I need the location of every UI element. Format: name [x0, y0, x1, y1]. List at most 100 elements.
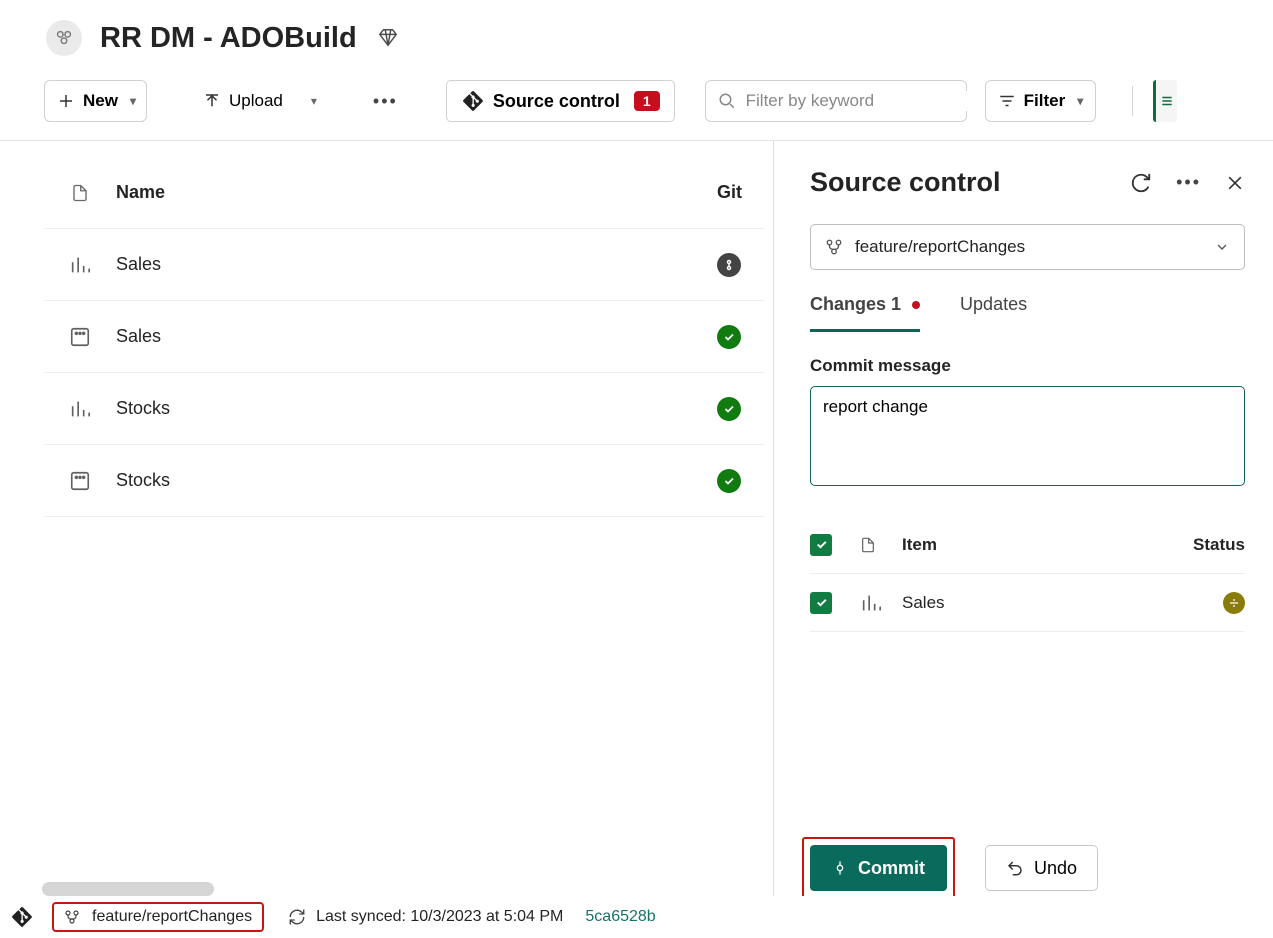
- undo-button[interactable]: Undo: [985, 845, 1098, 891]
- commit-button-label: Commit: [858, 858, 925, 879]
- ellipsis-icon: •••: [373, 91, 398, 112]
- upload-button-label: Upload: [229, 91, 283, 111]
- page-header: RR DM - ADOBuild: [0, 0, 1273, 66]
- git-status: [717, 469, 765, 493]
- source-control-panel: Source control ••• feature/reportChanges: [773, 141, 1273, 909]
- item-name: Stocks: [116, 470, 717, 491]
- table-row[interactable]: Stocks: [44, 373, 765, 445]
- source-control-badge: 1: [634, 91, 660, 111]
- tab-updates[interactable]: Updates: [960, 294, 1027, 332]
- item-name: Sales: [116, 326, 717, 347]
- filter-input-wrapper[interactable]: [705, 80, 967, 122]
- statusbar-branch-name: feature/reportChanges: [92, 908, 252, 926]
- more-button[interactable]: •••: [361, 80, 410, 122]
- model-icon: [44, 470, 116, 492]
- changes-item-status: [1187, 592, 1245, 614]
- modified-icon: [1223, 592, 1245, 614]
- tab-changes-label: Changes 1: [810, 294, 901, 314]
- upload-icon: [203, 92, 221, 110]
- workspace-icon: [46, 20, 82, 56]
- changes-column-status: Status: [1187, 535, 1245, 555]
- commit-message-input[interactable]: [823, 397, 1232, 475]
- git-synced-icon: [717, 397, 741, 421]
- git-icon: [461, 89, 485, 113]
- row-checkbox[interactable]: [810, 592, 860, 614]
- statusbar-sync-text: Last synced: 10/3/2023 at 5:04 PM: [316, 908, 563, 926]
- undo-icon: [1006, 859, 1024, 877]
- commit-highlight: Commit: [802, 837, 955, 899]
- git-status: [717, 397, 765, 421]
- item-name: Sales: [116, 254, 717, 275]
- filter-input[interactable]: [746, 91, 967, 111]
- source-control-button[interactable]: Source control 1: [446, 80, 675, 122]
- search-icon: [718, 92, 736, 110]
- plus-icon: [57, 92, 75, 110]
- status-bar: feature/reportChanges Last synced: 10/3/…: [0, 896, 1273, 938]
- table-header: Name Git: [44, 157, 765, 229]
- changes-item-name: Sales: [902, 593, 1187, 613]
- page-title: RR DM - ADOBuild: [100, 22, 357, 55]
- table-row[interactable]: Stocks: [44, 445, 765, 517]
- statusbar-commit-hash[interactable]: 5ca6528b: [585, 908, 655, 926]
- main: Name Git Sales Sales: [0, 141, 1273, 909]
- panel-header: Source control •••: [810, 167, 1245, 198]
- git-status: [717, 253, 765, 277]
- sync-icon: [288, 908, 306, 926]
- branch-icon: [825, 238, 843, 256]
- toolbar: New ▾ Upload ▾ ••• Source control 1 Filt…: [0, 66, 1273, 141]
- git-status: [717, 325, 765, 349]
- git-synced-icon: [717, 325, 741, 349]
- select-all-checkbox[interactable]: [810, 534, 860, 556]
- tab-changes[interactable]: Changes 1: [810, 294, 920, 332]
- chevron-down-icon: ▾: [311, 94, 317, 108]
- statusbar-branch[interactable]: feature/reportChanges: [52, 902, 264, 932]
- item-name: Stocks: [116, 398, 717, 419]
- git-icon: [10, 905, 34, 929]
- undo-button-label: Undo: [1034, 858, 1077, 879]
- branch-icon: [64, 909, 80, 925]
- chevron-down-icon: ▾: [1077, 94, 1083, 108]
- git-synced-icon: [717, 469, 741, 493]
- statusbar-sync[interactable]: Last synced: 10/3/2023 at 5:04 PM: [288, 908, 563, 926]
- divider: [1132, 86, 1133, 116]
- panel-title: Source control: [810, 167, 1130, 198]
- source-control-label: Source control: [493, 91, 620, 112]
- filter-button-label: Filter: [1024, 91, 1066, 111]
- commit-message-label: Commit message: [810, 356, 1245, 376]
- new-button[interactable]: New ▾: [44, 80, 147, 122]
- panel-footer: Commit Undo: [802, 837, 1245, 899]
- report-icon: [44, 254, 116, 276]
- column-git-header[interactable]: Git: [717, 182, 765, 203]
- close-button[interactable]: [1225, 173, 1245, 193]
- refresh-button[interactable]: [1130, 172, 1152, 194]
- scrollbar[interactable]: [42, 882, 214, 896]
- chevron-down-icon: [1214, 239, 1230, 255]
- panel-toggle-button[interactable]: [1153, 80, 1177, 122]
- file-icon: [44, 182, 116, 204]
- branch-dropdown[interactable]: feature/reportChanges: [810, 224, 1245, 270]
- table-row[interactable]: Sales: [44, 301, 765, 373]
- commit-message-box[interactable]: [810, 386, 1245, 486]
- check-icon: [810, 592, 832, 614]
- filter-button[interactable]: Filter ▾: [985, 80, 1097, 122]
- model-icon: [44, 326, 116, 348]
- upload-button[interactable]: Upload ▾: [191, 80, 329, 122]
- panel-more-button[interactable]: •••: [1176, 172, 1201, 193]
- changes-column-item: Item: [902, 535, 1187, 555]
- git-pending-icon: [717, 253, 741, 277]
- changes-indicator-dot: [912, 301, 920, 309]
- chevron-down-icon: ▾: [130, 94, 136, 108]
- file-icon: [860, 535, 902, 555]
- content-list: Name Git Sales Sales: [0, 141, 773, 909]
- commit-icon: [832, 860, 848, 876]
- table-row[interactable]: Sales: [44, 229, 765, 301]
- panel-tabs: Changes 1 Updates: [810, 294, 1245, 332]
- column-name-header[interactable]: Name: [116, 182, 717, 203]
- commit-button[interactable]: Commit: [810, 845, 947, 891]
- report-icon: [860, 592, 902, 614]
- diamond-icon: [377, 27, 399, 49]
- check-icon: [810, 534, 832, 556]
- changes-row[interactable]: Sales: [810, 574, 1245, 632]
- filter-icon: [998, 92, 1016, 110]
- new-button-label: New: [83, 91, 118, 111]
